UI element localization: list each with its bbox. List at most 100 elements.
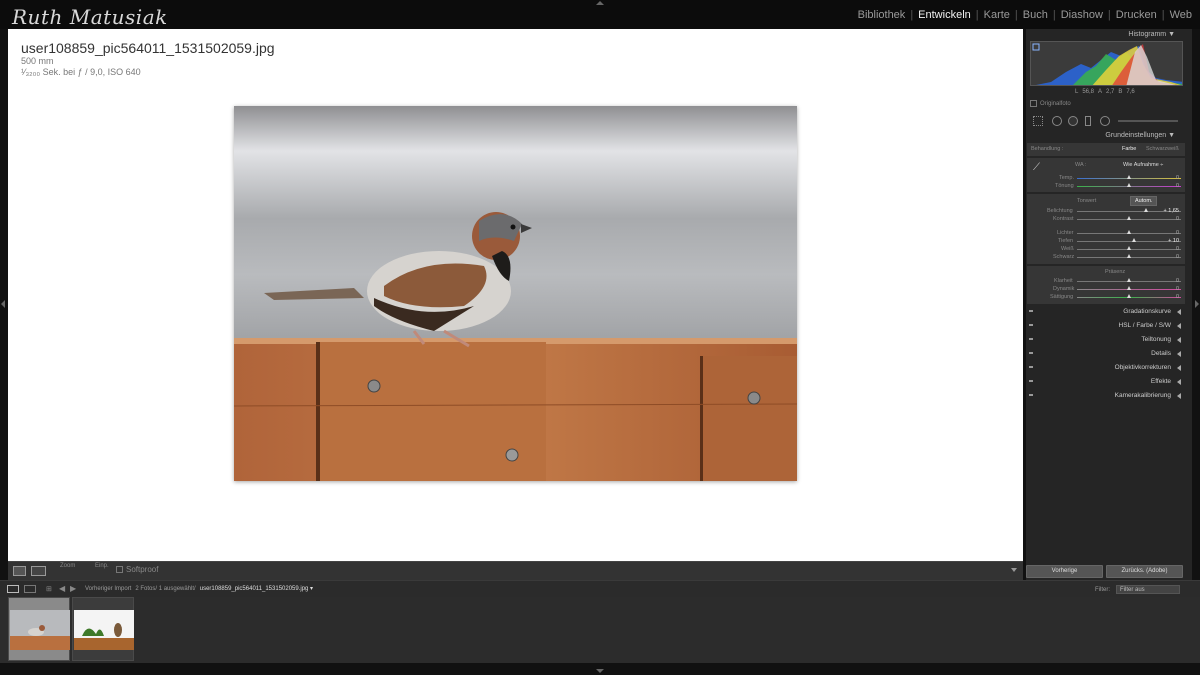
split-toning-title: Teiltonung	[1141, 336, 1171, 343]
grid-view-icon[interactable]: ⊞	[46, 585, 52, 593]
treatment-bw[interactable]: Schwarzweiß	[1146, 146, 1179, 152]
crop-tool-icon[interactable]	[1033, 116, 1043, 126]
zoom-label: Zoom	[60, 563, 76, 569]
module-buch[interactable]: Buch	[1019, 9, 1052, 21]
camera-calibration-panel-header[interactable]: Kamerakalibrierung	[1027, 389, 1185, 403]
shadows-label: Tiefen	[1058, 238, 1074, 244]
radial-filter-icon[interactable]	[1100, 116, 1110, 126]
saturation-label: Sättigung	[1050, 294, 1074, 300]
sparrow-plant-thumbnail	[74, 610, 134, 650]
original-photo-label: Originalfoto	[1040, 100, 1071, 107]
clarity-slider[interactable]	[1077, 278, 1181, 282]
right-panel-toggle[interactable]	[1195, 300, 1199, 308]
lens-corrections-panel-header[interactable]: Objektivkorrekturen	[1027, 361, 1185, 375]
basic-panel-title: Grundeinstellungen	[1105, 132, 1167, 139]
sparrow-photo[interactable]	[234, 106, 797, 481]
auto-tone-button[interactable]: Autom.	[1130, 196, 1158, 206]
module-entwickeln[interactable]: Entwickeln	[914, 9, 975, 21]
whites-slider[interactable]	[1077, 246, 1181, 250]
whites-knob[interactable]	[1127, 246, 1131, 250]
softproof-toggle[interactable]: Softproof	[116, 565, 158, 574]
contrast-value: 0	[1175, 216, 1179, 222]
highlights-label: Lichter	[1057, 230, 1074, 236]
forward-arrow-icon[interactable]: ▶	[70, 584, 76, 593]
saturation-knob[interactable]	[1127, 294, 1131, 298]
saturation-slider[interactable]	[1077, 294, 1181, 298]
bottom-panel-toggle[interactable]	[596, 669, 604, 673]
whites-value: 0	[1175, 246, 1179, 252]
filmstrip-thumbnail[interactable]	[72, 597, 134, 661]
tone-curve-panel-header[interactable]: Gradationskurve	[1027, 305, 1185, 319]
develop-tool-strip	[1030, 114, 1182, 128]
wb-dropdown[interactable]: Wie Aufnahme ÷	[1123, 162, 1163, 168]
graduated-filter-icon[interactable]	[1085, 116, 1091, 126]
photo-focal-length: 500 mm	[21, 56, 54, 66]
shadows-knob[interactable]	[1132, 238, 1137, 242]
module-picker: Bibliothek | Entwickeln | Karte | Buch | Dia…	[854, 9, 1196, 21]
reset-button[interactable]: Zurücks. (Adobe)	[1106, 565, 1183, 578]
vibrance-knob[interactable]	[1127, 286, 1131, 290]
highlights-slider[interactable]	[1077, 230, 1181, 234]
filmstrip-source[interactable]: Vorheriger Import	[85, 586, 131, 592]
contrast-slider[interactable]	[1077, 216, 1181, 220]
histogram-header[interactable]: Histogramm ▼	[1027, 31, 1185, 38]
filmstrip-thumbnail-selected[interactable]	[8, 597, 70, 661]
original-photo-checkbox[interactable]	[1030, 100, 1037, 107]
hsl-panel-header[interactable]: HSL / Farbe / S/W	[1027, 319, 1185, 333]
filmstrip-breadcrumb[interactable]: Vorheriger Import 2 Fotos/ 1 ausgewählt/…	[85, 585, 313, 593]
back-arrow-icon[interactable]: ◀	[59, 584, 65, 593]
filmstrip-filter: Filter: Filter aus	[1095, 585, 1180, 594]
filmstrip-count: 2 Fotos/ 1 ausgewählt/	[135, 585, 196, 592]
module-bibliothek[interactable]: Bibliothek	[854, 9, 910, 21]
contrast-label: Kontrast	[1053, 216, 1074, 222]
whites-label: Weiß	[1061, 246, 1074, 252]
tint-knob[interactable]	[1127, 183, 1131, 187]
toolbar-content-dropdown-icon[interactable]	[1011, 568, 1017, 572]
clarity-knob[interactable]	[1127, 278, 1131, 282]
loupe-view-icon[interactable]	[13, 566, 26, 576]
tint-label: Tönung	[1055, 183, 1074, 189]
lab-a-value: 2,7	[1106, 89, 1115, 95]
exposure-value: + 1,65	[1163, 208, 1179, 214]
view-toolbar	[8, 561, 1023, 580]
tint-slider[interactable]	[1077, 183, 1181, 187]
blacks-value: 0	[1175, 254, 1179, 260]
filmstrip-selected-file[interactable]: user108859_pic564011_1531502059.jpg ▾	[200, 585, 313, 592]
lens-corrections-title: Objektivkorrekturen	[1114, 364, 1171, 371]
brush-tool-icon[interactable]	[1118, 120, 1178, 122]
clarity-value: 0	[1175, 278, 1179, 284]
temp-knob[interactable]	[1127, 175, 1131, 179]
softproof-checkbox[interactable]	[116, 566, 123, 573]
module-drucken[interactable]: Drucken	[1112, 9, 1161, 21]
spot-removal-icon[interactable]	[1052, 116, 1062, 126]
exposure-label: Belichtung	[1047, 208, 1073, 214]
red-eye-icon[interactable]	[1068, 116, 1078, 126]
wb-eyedropper-icon[interactable]: ⟋	[1033, 162, 1040, 173]
contrast-knob[interactable]	[1127, 216, 1131, 220]
basic-panel-header[interactable]: Grundeinstellungen ▼	[1027, 132, 1185, 139]
module-web[interactable]: Web	[1166, 9, 1196, 21]
effects-panel-header[interactable]: Effekte	[1027, 375, 1185, 389]
module-diashow[interactable]: Diashow	[1057, 9, 1107, 21]
sparrow-thumbnail	[10, 610, 70, 650]
top-panel-toggle[interactable]	[596, 1, 604, 5]
details-panel-header[interactable]: Details	[1027, 347, 1185, 361]
module-karte[interactable]: Karte	[980, 9, 1014, 21]
blacks-slider[interactable]	[1077, 254, 1181, 258]
shadows-slider[interactable]	[1077, 238, 1181, 242]
filter-dropdown[interactable]: Filter aus	[1116, 585, 1180, 594]
vibrance-slider[interactable]	[1077, 286, 1181, 290]
before-after-view-icon[interactable]	[31, 566, 46, 576]
temp-slider[interactable]	[1077, 175, 1181, 179]
shadow-clip-indicator[interactable]	[1032, 43, 1040, 51]
main-window-icon[interactable]	[7, 585, 19, 593]
highlights-knob[interactable]	[1127, 230, 1131, 234]
left-panel-toggle[interactable]	[1, 300, 5, 308]
original-photo-toggle[interactable]: Originalfoto	[1030, 100, 1071, 107]
previous-settings-button[interactable]: Vorherige	[1026, 565, 1103, 578]
split-toning-panel-header[interactable]: Teiltonung	[1027, 333, 1185, 347]
blacks-knob[interactable]	[1127, 254, 1131, 258]
treatment-color[interactable]: Farbe	[1122, 146, 1136, 152]
second-window-icon[interactable]	[24, 585, 36, 593]
exposure-knob[interactable]	[1143, 208, 1148, 212]
